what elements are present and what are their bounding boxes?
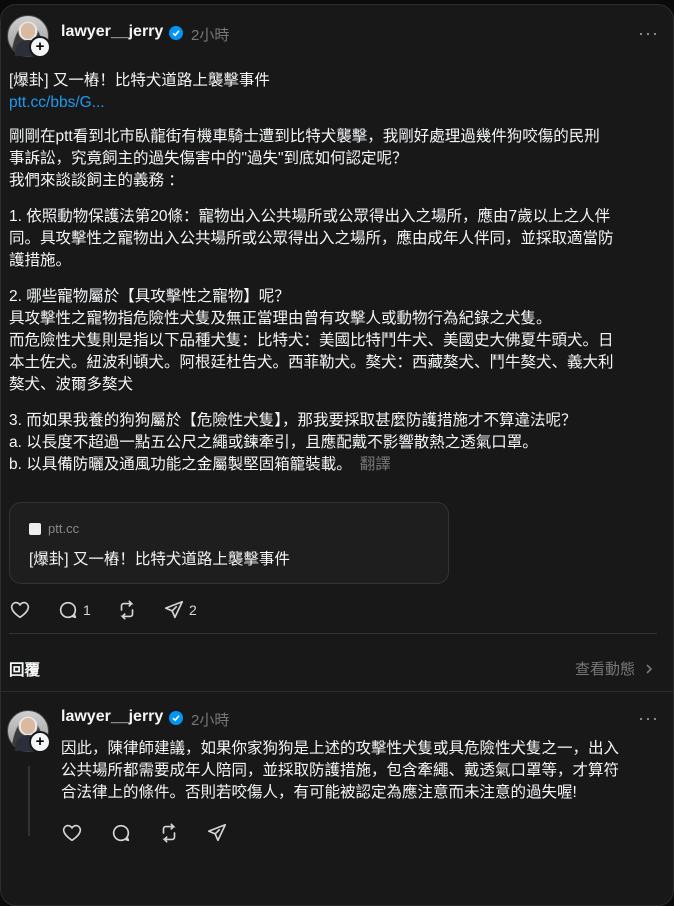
link-title: [爆卦] 又一樁！比特犬道路上襲擊事件 (29, 551, 290, 568)
favicon-icon (29, 523, 41, 535)
reply-repost-button[interactable] (158, 822, 180, 844)
username[interactable]: lawyer__jerry (61, 23, 163, 41)
repost-button[interactable] (116, 599, 138, 621)
plus-icon[interactable]: + (29, 731, 51, 753)
divider (9, 633, 657, 634)
share-icon (164, 600, 184, 619)
reply-comment-button[interactable] (110, 822, 132, 844)
avatar-face (21, 23, 35, 39)
comment-count: 1 (83, 602, 91, 618)
avatar-face (21, 718, 35, 734)
replies-label[interactable]: 回覆 (9, 658, 40, 680)
link-preview-card[interactable]: ptt.cc [爆卦] 又一樁！比特犬道路上襲擊事件 (9, 502, 449, 584)
post-paragraph-3: 2. 哪些寵物屬於【具攻擊性之寵物】呢？ 具攻擊性之寵物指危險性犬隻及無正當理由… (9, 288, 614, 393)
view-activity-label: 查看動態 (575, 661, 636, 678)
share-icon (207, 823, 227, 842)
reply-share-button[interactable] (206, 822, 228, 844)
more-icon[interactable]: ··· (638, 708, 659, 729)
comment-icon (112, 824, 130, 842)
share-count: 2 (189, 602, 197, 618)
share-button[interactable]: 2 (163, 599, 197, 621)
comment-icon (59, 601, 77, 619)
post-paragraph-4: 3. 而如果我養的狗狗屬於【危險性犬隻】，那我要採取甚麼防護措施才不算違法呢？ … (9, 410, 577, 476)
thread-line (28, 766, 30, 836)
like-button[interactable] (9, 599, 31, 621)
chevron-right-icon (646, 664, 653, 674)
post-card: + lawyer__jerry 2小時 ··· [爆卦] 又一樁！比特犬道路上襲… (0, 4, 674, 906)
post-paragraph-2: 1. 依照動物保護法第20條：寵物出入公共場所或公眾得出入之場所，應由7歲以上之… (9, 208, 614, 269)
repost-icon (162, 823, 176, 843)
post-link[interactable]: ptt.cc/bbs/G... (9, 94, 105, 112)
heart-icon (10, 601, 30, 619)
view-activity-link[interactable]: 查看動態 (575, 658, 655, 679)
repost-icon (120, 600, 134, 620)
post-time[interactable]: 2小時 (191, 24, 229, 45)
post-paragraph-4-text: 3. 而如果我養的狗狗屬於【危險性犬隻】，那我要採取甚麼防護措施才不算違法呢？ … (9, 412, 577, 473)
post-paragraph-1: 剛剛在ptt看到北市臥龍街有機車騎士遭到比特犬襲擊，我剛好處理過幾件狗咬傷的民刑… (9, 128, 600, 189)
more-icon[interactable]: ··· (638, 23, 659, 44)
post-title: [爆卦] 又一樁！比特犬道路上襲擊事件 (9, 72, 270, 89)
link-domain: ptt.cc (48, 521, 80, 536)
reply-like-button[interactable] (61, 822, 83, 844)
verified-icon (169, 711, 183, 725)
plus-icon[interactable]: + (29, 36, 51, 58)
verified-icon (169, 26, 183, 40)
reply-time[interactable]: 2小時 (191, 709, 229, 730)
reply-username[interactable]: lawyer__jerry (61, 708, 163, 726)
heart-icon (62, 824, 82, 842)
divider (1, 691, 673, 692)
reply-body: 因此，陳律師建議，如果你家狗狗是上述的攻擊性犬隻或具危險性犬隻之一，出入 公共場… (61, 740, 620, 801)
comment-button[interactable]: 1 (57, 599, 91, 621)
translate-link[interactable]: 翻譯 (360, 456, 391, 473)
